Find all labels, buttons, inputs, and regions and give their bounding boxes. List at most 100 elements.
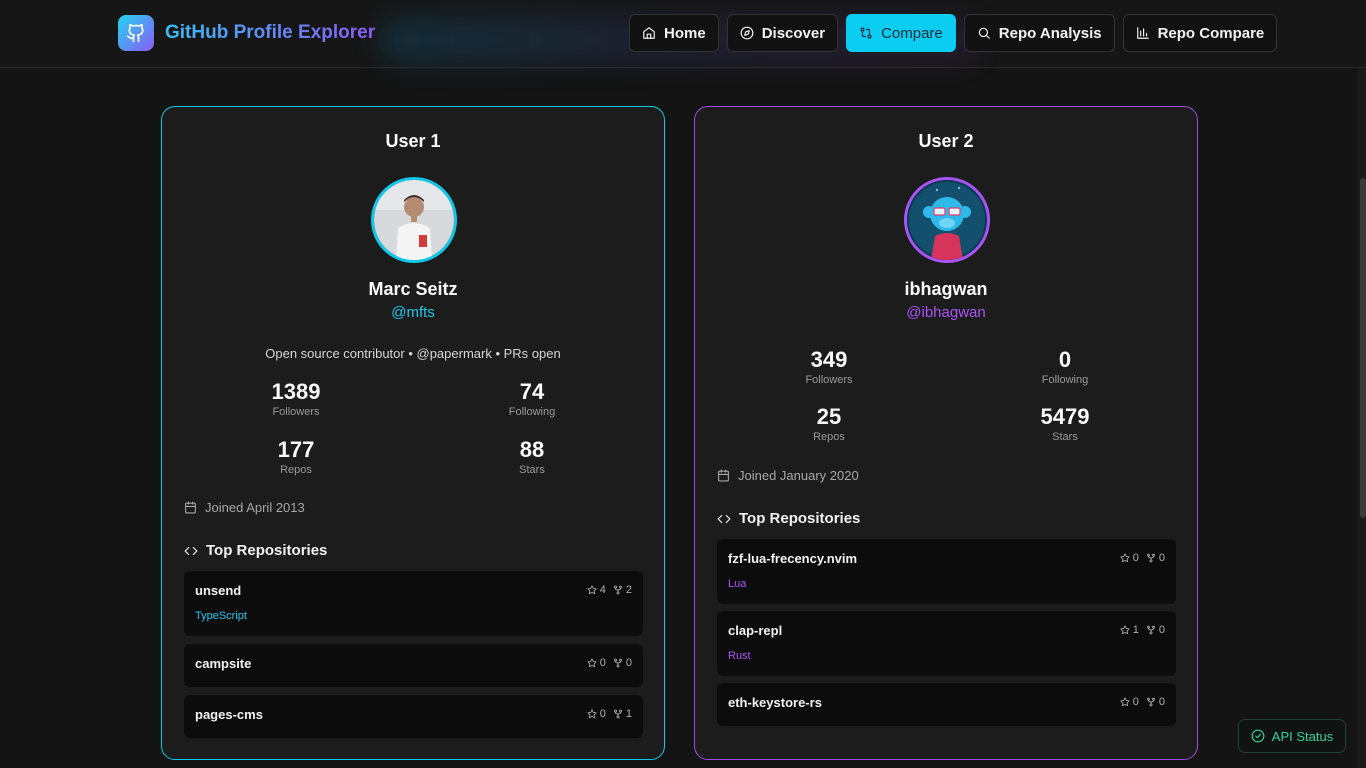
repo-fork-count: 0 [1158, 552, 1165, 564]
home-icon [643, 27, 655, 39]
user2-joined-text: Joined January 2020 [738, 468, 859, 483]
user1-following-stat: 74 Following [414, 379, 650, 418]
user2-top-repos-label: Top Repositories [739, 510, 861, 527]
repo-fork-count: 2 [625, 584, 632, 596]
fork-icon [1146, 553, 1155, 563]
user1-top-repos-heading: Top Repositories [184, 542, 327, 559]
repo-star-count: 1 [1132, 624, 1139, 636]
repo-card[interactable]: pages-cms 0 1 [184, 695, 643, 738]
user2-stars-stat: 5479 Stars [947, 404, 1183, 443]
user2-followers-value: 349 [810, 347, 848, 372]
repo-star-count: 4 [599, 584, 606, 596]
check-circle-icon [1251, 729, 1265, 743]
repo-card[interactable]: clap-repl 1 0 Rust [717, 611, 1176, 676]
repo-star-count: 0 [1132, 696, 1139, 708]
bar-chart-icon [1136, 27, 1149, 39]
user1-stars-value: 88 [519, 437, 545, 462]
github-icon [118, 15, 154, 51]
user1-handle[interactable]: @mfts [162, 304, 664, 321]
repo-stats: 4 2 [587, 584, 632, 596]
user1-repos-stat: 177 Repos [178, 437, 414, 476]
repo-name[interactable]: pages-cms [195, 707, 263, 722]
user1-following-value: 74 [519, 379, 545, 404]
user1-top-repos-label: Top Repositories [206, 542, 328, 559]
star-icon [1120, 697, 1130, 707]
repo-stats: 0 0 [1120, 552, 1165, 564]
user2-followers-stat: 349 Followers [711, 347, 947, 386]
fork-icon [1146, 697, 1155, 707]
user2-followers-label: Followers [805, 374, 853, 386]
nav-repo-compare-button[interactable]: Repo Compare [1122, 14, 1278, 52]
user2-joined: Joined January 2020 [717, 468, 859, 483]
user1-followers-value: 1389 [271, 379, 321, 404]
star-icon [587, 585, 597, 595]
user1-stars-label: Stars [519, 464, 545, 476]
star-icon [1120, 553, 1130, 563]
user1-stars-stat: 88 Stars [414, 437, 650, 476]
repo-name[interactable]: unsend [195, 583, 241, 598]
user2-repos-label: Repos [813, 431, 845, 443]
user2-avatar[interactable] [904, 177, 990, 263]
repo-language: TypeScript [195, 610, 247, 622]
api-status-button[interactable]: API Status [1238, 719, 1346, 753]
repo-stats: 0 0 [1120, 696, 1165, 708]
repo-card[interactable]: fzf-lua-frecency.nvim 0 0 Lua [717, 539, 1176, 604]
brand[interactable]: GitHub Profile Explorer [118, 15, 375, 51]
nav-repo-analysis-label: Repo Analysis [998, 24, 1102, 42]
user2-stars-value: 5479 [1040, 404, 1090, 429]
user1-joined-text: Joined April 2013 [205, 500, 305, 515]
repo-name[interactable]: clap-repl [728, 623, 782, 638]
nav-compare-button[interactable]: Compare [846, 14, 956, 52]
star-icon [1120, 625, 1130, 635]
user2-top-repos-heading: Top Repositories [717, 510, 860, 527]
user1-title: User 1 [385, 131, 441, 151]
nav-discover-label: Discover [761, 24, 826, 42]
nav-repo-analysis-button[interactable]: Repo Analysis [963, 14, 1115, 52]
user1-name: Marc Seitz [368, 279, 458, 299]
fork-icon [613, 658, 622, 668]
user2-name: ibhagwan [904, 279, 988, 299]
scrollbar-thumb[interactable] [1360, 178, 1366, 518]
top-navbar: GitHub Profile Explorer Home Discover Co… [0, 0, 1366, 68]
user1-repos-value: 177 [277, 437, 315, 462]
repo-name[interactable]: campsite [195, 656, 251, 671]
user2-title: User 2 [918, 131, 974, 151]
fork-icon [613, 585, 622, 595]
nav-compare-label: Compare [881, 24, 943, 42]
search-icon [978, 27, 990, 39]
repo-fork-count: 0 [1158, 696, 1165, 708]
compare-icon [860, 27, 872, 39]
fork-icon [613, 709, 622, 719]
nav-repo-compare-label: Repo Compare [1157, 24, 1265, 42]
repo-stats: 0 1 [587, 708, 632, 720]
nav-home-button[interactable]: Home [629, 14, 719, 52]
repo-card[interactable]: unsend 4 2 TypeScript [184, 571, 643, 636]
user2-following-value: 0 [1058, 347, 1072, 372]
user2-card: User 2 ibhagwan @ibhagwan 349 Followers … [694, 106, 1198, 760]
page-scrollbar[interactable] [1358, 68, 1366, 768]
calendar-icon [718, 469, 729, 482]
nav-discover-button[interactable]: Discover [726, 14, 839, 52]
user1-avatar[interactable] [371, 177, 457, 263]
user1-joined: Joined April 2013 [184, 500, 305, 515]
user2-repos-value: 25 [816, 404, 842, 429]
user1-followers-stat: 1389 Followers [178, 379, 414, 418]
repo-language: Rust [728, 650, 751, 662]
repo-card[interactable]: eth-keystore-rs 0 0 [717, 683, 1176, 726]
main-nav: Home Discover Compare Repo Analysis Repo… [629, 14, 1278, 52]
code-icon [717, 514, 731, 523]
code-icon [184, 546, 198, 555]
repo-language: Lua [728, 578, 747, 590]
repo-name[interactable]: eth-keystore-rs [728, 695, 822, 710]
repo-star-count: 0 [599, 708, 606, 720]
repo-name[interactable]: fzf-lua-frecency.nvim [728, 551, 857, 566]
user2-handle[interactable]: @ibhagwan [695, 304, 1197, 321]
user2-stars-label: Stars [1052, 431, 1078, 443]
compass-icon [740, 26, 754, 40]
user2-following-stat: 0 Following [947, 347, 1183, 386]
repo-fork-count: 0 [1158, 624, 1165, 636]
user1-followers-label: Followers [272, 406, 320, 418]
repo-card[interactable]: campsite 0 0 [184, 644, 643, 687]
repo-fork-count: 0 [625, 657, 632, 669]
user2-following-label: Following [1041, 374, 1089, 386]
